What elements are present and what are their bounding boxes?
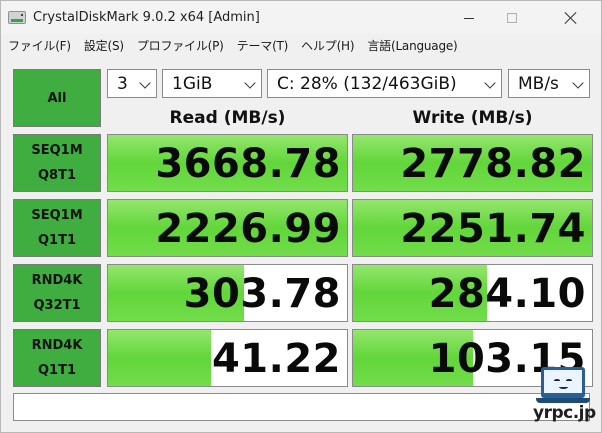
read-result-cell: 303.78 [107,264,348,322]
test-name: SEQ1M [31,208,83,223]
unit-value: MB/s [518,73,559,94]
menu-profile[interactable]: プロファイル(P) [137,37,224,54]
test-params: Q1T1 [37,233,76,248]
minimize-button[interactable] [451,5,487,31]
read-result-value: 303.78 [183,271,341,317]
count-value: 3 [117,73,128,94]
menu-theme[interactable]: テーマ(T) [237,37,289,54]
watermark-text: yrpc.jp [533,403,596,423]
test-name: RND4K [31,273,83,288]
app-disk-icon [8,9,26,26]
size-value: 1GiB [172,73,213,94]
read-result-cell: 2226.99 [107,199,348,257]
test-params: Q8T1 [37,168,76,183]
test-name: SEQ1M [31,143,83,158]
menu-bar: ファイル(F) 設定(S) プロファイル(P) テーマ(T) ヘルプ(H) 言語… [1,34,601,57]
write-result-cell: 2778.82 [352,134,593,192]
test-rnd4k-q32t1-button[interactable]: RND4K Q32T1 [13,264,101,322]
read-header: Read (MB/s) [169,108,286,128]
maximize-icon [507,13,517,23]
title-bar: CrystalDiskMark 9.0.2 x64 [Admin] [1,1,601,34]
read-result-cell: 3668.78 [107,134,348,192]
drive-select[interactable]: C: 28% (132/463GiB) [267,69,502,98]
read-result-value: 3668.78 [155,141,341,187]
write-result-value: 284.10 [428,271,586,317]
write-result-value: 2778.82 [400,141,586,187]
maximize-button[interactable] [494,5,530,31]
write-result-cell: 2251.74 [352,199,593,257]
site-watermark: yrpc.jp [533,367,596,425]
menu-help[interactable]: ヘルプ(H) [301,37,354,54]
window-title: CrystalDiskMark 9.0.2 x64 [Admin] [33,10,260,25]
write-header: Write (MB/s) [412,108,533,128]
test-seq1m-q1t1-button[interactable]: SEQ1M Q1T1 [13,199,101,257]
comment-field[interactable] [13,393,590,421]
close-icon [565,12,577,24]
read-result-cell: 41.22 [107,329,348,387]
test-rnd4k-q1t1-button[interactable]: RND4K Q1T1 [13,329,101,387]
crystaldiskmark-window: CrystalDiskMark 9.0.2 x64 [Admin] ファイル(F… [0,0,602,433]
test-seq1m-q8t1-button[interactable]: SEQ1M Q8T1 [13,134,101,192]
read-result-value: 2226.99 [155,206,341,252]
minimize-icon [464,17,474,19]
test-params: Q1T1 [37,363,76,378]
close-button[interactable] [553,5,589,31]
chevron-down-icon [244,77,256,89]
read-result-value: 41.22 [211,336,341,382]
chevron-down-icon [572,77,584,89]
menu-settings[interactable]: 設定(S) [84,37,124,54]
menu-file[interactable]: ファイル(F) [8,37,71,54]
chevron-down-icon [139,77,151,89]
count-select[interactable]: 3 [107,69,157,98]
chevron-down-icon [484,77,496,89]
unit-select[interactable]: MB/s [508,69,590,98]
menu-language[interactable]: 言語(Language) [367,37,457,54]
all-button[interactable]: All [13,69,101,127]
test-params: Q32T1 [33,298,81,313]
write-result-value: 2251.74 [400,206,586,252]
drive-value: C: 28% (132/463GiB) [277,73,457,94]
size-select[interactable]: 1GiB [162,69,262,98]
write-result-cell: 284.10 [352,264,593,322]
read-progress-fill [108,330,211,386]
test-name: RND4K [31,338,83,353]
smiling-pc-icon [541,367,585,398]
